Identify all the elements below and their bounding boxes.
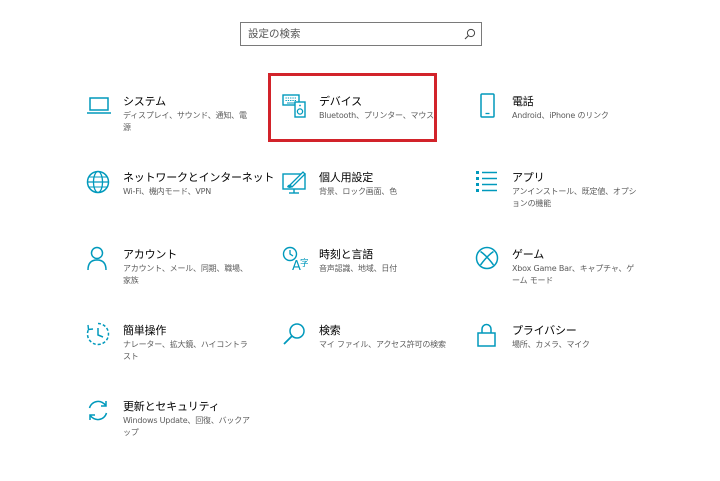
sync-icon: [86, 398, 112, 424]
setting-description: ディスプレイ、サウンド、通知、電源: [123, 111, 247, 132]
setting-description: 音声認識、地域、日付: [319, 264, 397, 273]
setting-description: マイ ファイル、アクセス許可の検索: [319, 340, 446, 349]
globe-icon: [86, 169, 112, 195]
setting-description: Xbox Game Bar、キャプチャ、ゲーム モード: [512, 264, 635, 285]
setting-description: 背景、ロック画面、色: [319, 187, 397, 196]
setting-description: ナレーター、拡大鏡、ハイコントラスト: [123, 340, 248, 361]
setting-update-security[interactable]: 更新とセキュリティ Windows Update、回復、バックアップ: [86, 398, 286, 454]
setting-description: Android、iPhone のリンク: [512, 111, 609, 120]
setting-ease-of-access[interactable]: 簡単操作 ナレーター、拡大鏡、ハイコントラスト: [86, 322, 286, 378]
setting-time-language[interactable]: A 字 時刻と言語 音声認識、地域、日付: [282, 246, 482, 302]
setting-title: 時刻と言語: [319, 248, 373, 261]
setting-description: Wi-Fi、機内モード、VPN: [123, 187, 212, 196]
setting-network[interactable]: ネットワークとインターネット Wi-Fi、機内モード、VPN: [86, 169, 286, 225]
setting-apps[interactable]: アプリ アンインストール、既定値、オプションの機能: [475, 169, 675, 225]
setting-title: 簡単操作: [123, 324, 167, 337]
person-icon: [86, 246, 112, 272]
setting-phone[interactable]: 電話 Android、iPhone のリンク: [475, 93, 675, 149]
setting-title: 更新とセキュリティ: [123, 400, 220, 413]
paint-monitor-icon: [282, 169, 308, 195]
setting-title: ゲーム: [512, 248, 545, 261]
setting-personalization[interactable]: 個人用設定 背景、ロック画面、色: [282, 169, 482, 225]
setting-system[interactable]: システム ディスプレイ、サウンド、通知、電源: [86, 93, 286, 149]
setting-title: 個人用設定: [319, 171, 373, 184]
settings-search-box[interactable]: [240, 22, 482, 46]
setting-devices[interactable]: デバイス Bluetooth、プリンター、マウス: [282, 93, 482, 149]
xbox-icon: [475, 246, 501, 272]
search-icon: [282, 322, 308, 348]
setting-description: アンインストール、既定値、オプションの機能: [512, 187, 637, 208]
setting-title: 電話: [512, 95, 534, 108]
time-language-icon: A 字: [282, 246, 308, 272]
setting-title: システム: [123, 95, 166, 108]
setting-title: アカウント: [123, 248, 177, 261]
setting-description: Bluetooth、プリンター、マウス: [319, 111, 434, 120]
setting-description: Windows Update、回復、バックアップ: [123, 416, 250, 437]
setting-description: 場所、カメラ、マイク: [512, 340, 590, 349]
setting-title: 検索: [319, 324, 341, 337]
apps-list-icon: [475, 169, 501, 195]
laptop-icon: [86, 93, 112, 119]
setting-description: アカウント、メール、同期、職場、家族: [123, 264, 248, 285]
setting-title: アプリ: [512, 171, 545, 184]
keyboard-speaker-icon: [282, 93, 308, 119]
setting-title: プライバシー: [512, 324, 577, 337]
setting-privacy[interactable]: プライバシー 場所、カメラ、マイク: [475, 322, 675, 378]
svg-text:字: 字: [300, 257, 308, 269]
search-input[interactable]: [241, 23, 459, 45]
phone-icon: [475, 93, 501, 119]
setting-title: デバイス: [319, 95, 362, 108]
setting-accounts[interactable]: アカウント アカウント、メール、同期、職場、家族: [86, 246, 286, 302]
ease-of-access-icon: [86, 322, 112, 348]
setting-gaming[interactable]: ゲーム Xbox Game Bar、キャプチャ、ゲーム モード: [475, 246, 675, 302]
setting-search[interactable]: 検索 マイ ファイル、アクセス許可の検索: [282, 322, 482, 378]
search-icon[interactable]: [464, 28, 476, 40]
setting-title: ネットワークとインターネット: [123, 171, 275, 184]
lock-icon: [475, 322, 501, 348]
